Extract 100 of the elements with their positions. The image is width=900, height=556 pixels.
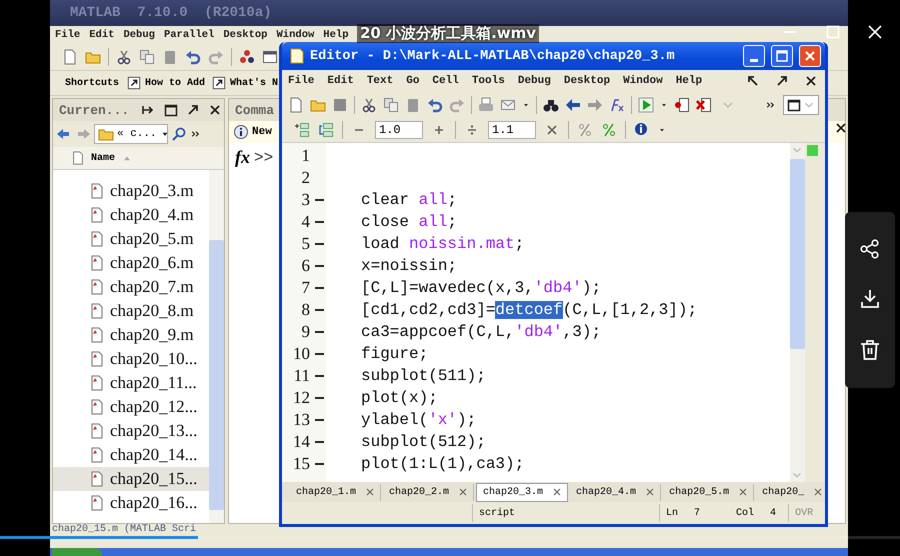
cut-icon[interactable] — [116, 49, 132, 65]
close-icon[interactable] — [868, 25, 882, 39]
progress-bar[interactable] — [0, 536, 900, 539]
back-arrow-icon[interactable] — [56, 126, 72, 142]
file-list-item[interactable]: chap20_14... — [53, 443, 209, 467]
increment-field[interactable]: 1.0 — [375, 121, 423, 139]
file-list-item[interactable]: chap20_5.m — [53, 227, 209, 251]
file-list-item[interactable]: chap20_10... — [53, 347, 209, 371]
file-tab[interactable]: chap20_4.m — [570, 484, 662, 500]
close-tab-icon[interactable] — [457, 486, 470, 498]
undo-icon[interactable] — [427, 97, 443, 113]
window-title: MATLAB 7.10.0 (R2010a) — [70, 5, 272, 21]
undo-icon[interactable] — [185, 49, 201, 65]
download-icon[interactable] — [860, 289, 880, 309]
layout-dropdown[interactable] — [783, 95, 819, 115]
move-cell-icon[interactable] — [318, 122, 334, 138]
share-icon[interactable] — [860, 239, 880, 259]
file-list-item[interactable]: chap20_9.m — [53, 323, 209, 347]
file-list-item[interactable]: chap20_7.m — [53, 275, 209, 299]
minimize-icon — [750, 58, 758, 62]
close-tab-icon[interactable] — [551, 486, 564, 498]
find-icon[interactable] — [543, 97, 559, 113]
file-list-item[interactable]: chap20_6.m — [53, 251, 209, 275]
line-number: 1 — [300, 146, 310, 166]
column-header[interactable]: Name — [53, 147, 224, 170]
menu-item[interactable]: Tools — [472, 75, 505, 87]
search-icon[interactable] — [171, 126, 187, 142]
notice-text[interactable]: New — [252, 126, 272, 138]
close-tab-icon[interactable] — [644, 486, 656, 498]
run-icon[interactable] — [638, 97, 654, 113]
file-list-item[interactable]: chap20_8.m — [53, 299, 209, 323]
copy-icon[interactable] — [383, 97, 399, 113]
copy-icon[interactable] — [139, 49, 155, 65]
close-tab-icon[interactable] — [812, 486, 824, 498]
code-line: [cd1,cd2,cd3]=detcoef(C,L,[1,2,3]); — [361, 301, 698, 319]
file-list-item[interactable]: chap20_11... — [53, 371, 209, 395]
new-file-icon[interactable] — [288, 97, 304, 113]
menu-item[interactable]: Cell — [432, 75, 459, 87]
shortcut-link[interactable]: How to Add — [145, 78, 206, 88]
menu-item[interactable]: Debug — [518, 75, 551, 87]
file-list-item[interactable]: chap20_13... — [53, 419, 209, 443]
menu-item[interactable]: Help — [323, 29, 349, 41]
folder-path-dropdown[interactable]: « c... — [94, 124, 168, 144]
menu-item[interactable]: Window — [276, 29, 314, 41]
file-tab[interactable]: chap20_5.m — [663, 484, 754, 500]
file-tab[interactable]: chap20_3.m — [476, 482, 568, 502]
clear-breakpoint-icon[interactable] — [696, 97, 712, 113]
new-file-icon[interactable] — [62, 49, 78, 65]
function-icon[interactable] — [609, 97, 625, 113]
set-breakpoint-icon[interactable] — [674, 97, 690, 113]
back-arrow-icon[interactable] — [565, 97, 581, 113]
close-button[interactable] — [799, 45, 821, 67]
file-list-item[interactable]: chap20_12... — [53, 395, 209, 419]
publish-icon[interactable] — [500, 97, 516, 113]
file-tab[interactable]: chap20_ — [756, 484, 825, 500]
minimize-button[interactable] — [743, 45, 765, 67]
delete-icon[interactable] — [860, 339, 880, 361]
save-icon[interactable] — [332, 97, 348, 113]
function-browser-button[interactable]: fx — [235, 147, 250, 168]
menu-item[interactable]: Parallel — [164, 29, 214, 41]
window-icon[interactable] — [262, 49, 278, 65]
maximize-icon[interactable] — [163, 102, 180, 118]
file-list-item[interactable]: chap20_15... — [53, 467, 209, 491]
close-tab-icon[interactable] — [364, 486, 376, 498]
help-icon[interactable] — [634, 122, 650, 138]
menu-item[interactable]: File — [288, 75, 314, 87]
menu-item[interactable]: Go — [406, 75, 420, 87]
line-number: 9 — [300, 322, 310, 342]
code-line: subplot(511); — [361, 367, 486, 385]
maximize-icon[interactable] — [826, 25, 840, 39]
menu-item[interactable]: Desktop — [223, 29, 268, 41]
menu-item[interactable]: File — [55, 29, 80, 41]
shortcut-icon[interactable] — [127, 76, 142, 90]
line-label: Ln — [666, 508, 678, 518]
close-tab-icon[interactable] — [737, 486, 750, 498]
shortcut-link[interactable]: What's N — [230, 78, 278, 88]
file-tab[interactable]: chap20_1.m — [290, 484, 382, 500]
print-icon[interactable] — [478, 97, 494, 113]
scrollbar[interactable] — [209, 170, 224, 523]
menu-item[interactable]: Edit — [89, 29, 114, 41]
factor-field[interactable]: 1.1 — [488, 121, 536, 139]
file-list-item[interactable]: chap20_16... — [53, 491, 209, 515]
cell-mode-icon[interactable] — [577, 122, 593, 138]
menu-item[interactable]: Edit — [327, 75, 354, 87]
start-button[interactable] — [52, 548, 102, 556]
maximize-button[interactable] — [771, 45, 793, 67]
insert-cell-icon[interactable] — [294, 122, 310, 138]
model-blocks-icon[interactable] — [239, 49, 255, 65]
menu-item[interactable]: Window — [623, 75, 663, 87]
menu-item[interactable]: Desktop — [564, 75, 610, 87]
code-line: plot(x); — [361, 389, 438, 407]
file-list-item[interactable]: chap20_4.m — [53, 203, 209, 227]
file-tab[interactable]: chap20_2.m — [383, 484, 474, 500]
menu-item[interactable]: Help — [676, 75, 702, 87]
menu-item[interactable]: Text — [366, 75, 394, 87]
shortcut-icon[interactable] — [212, 76, 226, 90]
cut-icon[interactable] — [361, 97, 377, 113]
menu-item[interactable]: Debug — [123, 29, 155, 41]
file-list-item[interactable]: chap20_3.m — [53, 179, 209, 203]
cell-evaluate-icon[interactable] — [601, 122, 617, 138]
